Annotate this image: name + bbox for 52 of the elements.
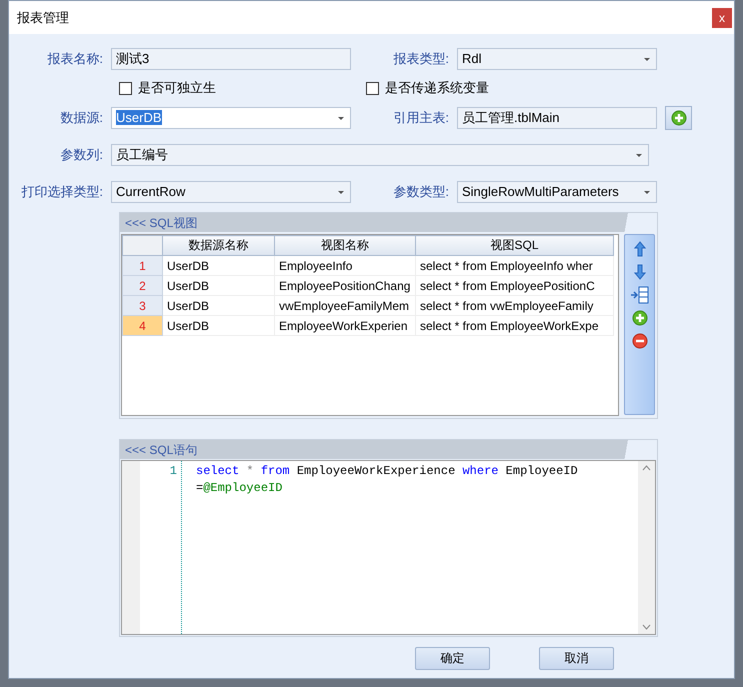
row-number[interactable]: 2 [122,276,162,296]
field-label: 报表名称: [46,50,104,68]
checkbox[interactable] [119,82,132,94]
table-cell: EmployeeInfo [274,256,416,276]
code-editor[interactable]: 1 select * from EmployeeWorkExperience where EmployeeID =@EmployeeID [121,460,656,635]
code-line: select * from EmployeeWorkExperience where EmployeeID [196,463,579,480]
add-icon [632,310,648,326]
remove-icon [632,333,648,349]
window-title: 报表管理 [17,8,69,26]
field-label: 数据源: [59,108,104,126]
column-header[interactable]: 数据源名称 [162,236,274,256]
field-label: 参数列: [59,146,104,164]
table-cell: EmployeePositionChang [274,276,416,296]
report-name-field[interactable]: 测试3 [111,48,351,70]
table-cell: select * from vwEmployeeFamily [416,296,614,316]
insert-row-icon [630,286,650,304]
code-line: =@EmployeeID [196,480,284,497]
table-cell: vwEmployeeFamilyMem [274,296,416,316]
field-label: 引用主表: [392,108,450,126]
data-source-dropdown[interactable]: UserDB [111,106,351,128]
down-arrow-icon [634,264,646,280]
table-cell: UserDB [162,256,274,276]
checkbox-label: 是否可独立生 [138,79,216,97]
table-cell: select * from EmployeeInfo wher [416,256,614,276]
parameter-column-dropdown[interactable]: 员工编号 [111,144,649,166]
report-type-dropdown[interactable]: Rdl [457,48,657,70]
parameter-type-dropdown[interactable]: SingleRowMultiParameters [457,180,657,202]
column-header[interactable]: 视图名称 [274,236,416,256]
line-number: 1 [170,463,177,480]
table-cell: EmployeeWorkExperien [274,316,416,336]
checkbox[interactable] [366,82,379,94]
ok-button[interactable]: 确定 [415,647,490,670]
field-label: 打印选择类型: [20,182,104,200]
print-type-dropdown[interactable]: CurrentRow [111,180,351,202]
field-label: 报表类型: [392,50,450,68]
scrollbar[interactable] [638,461,655,634]
add-button[interactable] [665,106,692,130]
table-cell: UserDB [162,276,274,296]
row-number[interactable]: 1 [122,256,162,276]
checkbox-label: 是否传递系统变量 [385,79,489,97]
main-table-field[interactable]: 员工管理.tblMain [457,106,657,128]
table-cell: UserDB [162,296,274,316]
table-cell: UserDB [162,316,274,336]
field-label: 参数类型: [392,182,450,200]
up-arrow-icon [634,241,646,257]
table-cell: select * from EmployeeWorkExpe [416,316,614,336]
close-button[interactable]: x [712,8,732,28]
column-header[interactable]: 视图SQL [416,236,614,256]
add-icon [670,110,686,126]
cancel-button[interactable]: 取消 [539,647,614,670]
row-number[interactable]: 3 [122,296,162,316]
table-cell: select * from EmployeePositionC [416,276,614,296]
